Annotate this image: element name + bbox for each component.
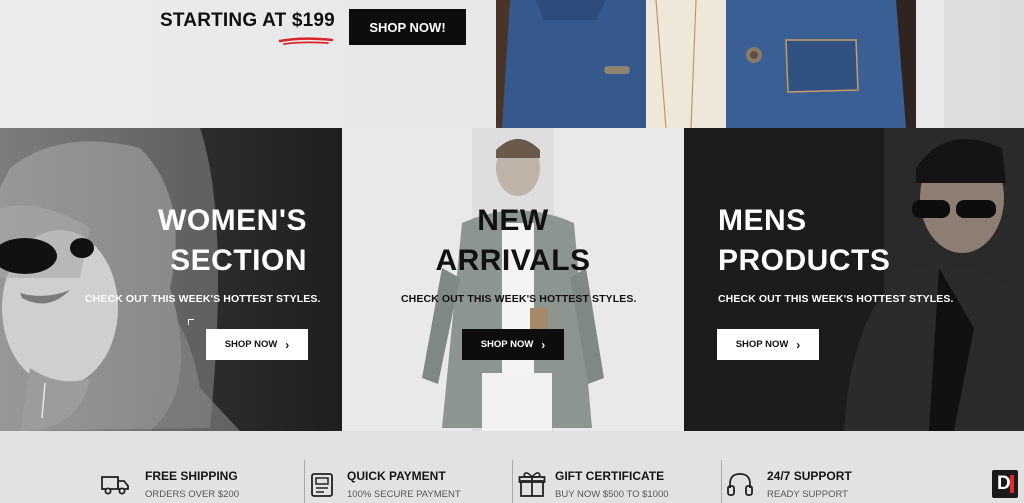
panel-title-line2: SECTION bbox=[170, 244, 307, 277]
new-arrivals-shop-now-button[interactable]: SHOP NOW › bbox=[462, 329, 564, 360]
panel-title-line1: WOMEN'S bbox=[158, 204, 307, 237]
payment-icon bbox=[311, 473, 333, 497]
brand-accent bbox=[1010, 475, 1014, 493]
gift-icon bbox=[518, 472, 546, 497]
panel-title: WOMEN'S SECTION bbox=[158, 201, 307, 281]
cursor-mark bbox=[188, 319, 194, 325]
mens-shop-now-button[interactable]: SHOP NOW › bbox=[717, 329, 819, 360]
feature-desc: ORDERS OVER $200 bbox=[145, 489, 239, 500]
mens-products-panel[interactable]: MENS PRODUCTS CHECK OUT THIS WEEK'S HOTT… bbox=[684, 128, 1024, 431]
chevron-right-icon: › bbox=[796, 337, 801, 352]
feature-desc: READY SUPPORT bbox=[767, 489, 848, 500]
button-label: SHOP NOW bbox=[224, 339, 278, 350]
feature-desc: 100% SECURE PAYMENT bbox=[347, 489, 461, 500]
panel-title-line2: PRODUCTS bbox=[718, 244, 891, 277]
panel-title-line2: ARRIVALS bbox=[435, 244, 591, 277]
panel-subtitle: CHECK OUT THIS WEEK'S HOTTEST STYLES. bbox=[718, 293, 954, 305]
feature-divider bbox=[512, 460, 513, 503]
feature-title: QUICK PAYMENT bbox=[347, 469, 446, 483]
feature-title: 24/7 SUPPORT bbox=[767, 469, 852, 483]
hero-promo-price: $199 bbox=[291, 10, 335, 31]
hero-promo-text: STARTING AT $199 bbox=[160, 10, 335, 32]
feature-divider bbox=[721, 460, 722, 503]
panel-title: NEW ARRIVALS bbox=[342, 201, 684, 281]
feature-title: FREE SHIPPING bbox=[145, 469, 238, 483]
truck-icon bbox=[101, 476, 129, 495]
brand-letter: D bbox=[997, 473, 1011, 494]
price-underline-mark bbox=[278, 37, 334, 45]
brand-logo: D bbox=[992, 470, 1018, 498]
panel-subtitle: CHECK OUT THIS WEEK'S HOTTEST STYLES. bbox=[401, 293, 637, 305]
hero-shop-now-button[interactable]: SHOP NOW! bbox=[349, 9, 466, 45]
hero-jacket-image bbox=[496, 0, 944, 128]
chevron-right-icon: › bbox=[285, 337, 290, 352]
feature-title: GIFT CERTIFICATE bbox=[555, 469, 665, 483]
button-label: SHOP NOW bbox=[735, 339, 789, 350]
womens-section-panel[interactable]: WOMEN'S SECTION CHECK OUT THIS WEEK'S HO… bbox=[0, 128, 342, 431]
headset-icon bbox=[727, 473, 753, 496]
button-label: SHOP NOW bbox=[480, 339, 534, 350]
womens-shop-now-button[interactable]: SHOP NOW › bbox=[206, 329, 308, 360]
panel-subtitle: CHECK OUT THIS WEEK'S HOTTEST STYLES. bbox=[85, 293, 321, 305]
feature-desc: BUY NOW $500 TO $1000 bbox=[555, 489, 669, 500]
panel-title-line1: NEW bbox=[477, 204, 549, 237]
hero-banner: STARTING AT $199 SHOP NOW! bbox=[0, 0, 1024, 128]
chevron-right-icon: › bbox=[541, 337, 546, 352]
features-bar: FREE SHIPPING ORDERS OVER $200 QUICK PAY… bbox=[0, 431, 1024, 503]
new-arrivals-panel[interactable]: NEW ARRIVALS CHECK OUT THIS WEEK'S HOTTE… bbox=[342, 128, 684, 431]
feature-divider bbox=[304, 460, 305, 503]
panel-title-line1: MENS bbox=[718, 204, 807, 237]
hero-promo-label: STARTING AT bbox=[160, 10, 292, 31]
panel-title: MENS PRODUCTS bbox=[718, 201, 890, 281]
